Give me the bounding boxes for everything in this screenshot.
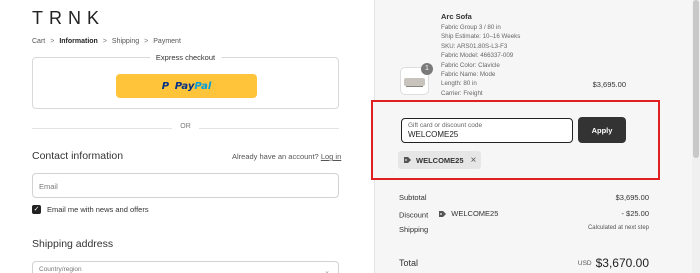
subtotal-row: Subtotal $3,695.00 <box>399 193 649 202</box>
product-detail: Fabric Group 3 / 80 in <box>441 24 501 31</box>
country-placeholder: Country/region <box>39 266 82 273</box>
discount-value: - $25.00 <box>621 209 649 218</box>
product-detail: Fabric Color: Clavicle <box>441 61 500 69</box>
product-detail: Carrier: Freight <box>441 89 483 97</box>
discount-summary-code: WELCOME25 <box>451 209 499 218</box>
total-label: Total <box>399 258 419 268</box>
subtotal-value: $3,695.00 <box>615 193 649 202</box>
product-thumbnail: 1 <box>400 63 433 95</box>
product-detail: SKU: ARS01.80S-L3-F3 <box>441 42 508 50</box>
contact-information-heading: Contact information <box>32 150 124 162</box>
email-field[interactable]: Email <box>32 173 339 198</box>
tag-icon <box>403 156 412 164</box>
shipping-label: Shipping <box>399 225 429 234</box>
newsletter-label: Email me with news and offers <box>47 205 149 214</box>
applied-discount-chip: WELCOME25 × <box>398 151 482 169</box>
paypal-word-pal: Pal <box>194 80 212 92</box>
express-checkout-box: Express checkout P PayPal <box>32 53 339 109</box>
discount-code-input[interactable]: Gift card or discount code WELCOME25 <box>401 118 573 143</box>
total-currency: USD <box>577 260 592 267</box>
discount-code-tag: WELCOME25 <box>438 209 498 218</box>
quantity-badge: 1 <box>421 63 433 75</box>
newsletter-option[interactable]: ✓ Email me with news and offers <box>32 205 149 214</box>
shipping-address-heading: Shipping address <box>32 238 114 250</box>
remove-discount-icon[interactable]: × <box>471 155 477 166</box>
discount-label: Discount <box>399 210 429 220</box>
login-prompt: Already have an account? Log in <box>232 152 341 161</box>
shipping-value: Calculated at next step <box>587 225 649 231</box>
chevron-right-icon: > <box>102 38 107 45</box>
product-detail: Fabric Name: Mode <box>441 71 496 79</box>
scrollbar-thumb[interactable] <box>693 0 699 158</box>
country-select[interactable]: Country/region ⌄ <box>32 261 339 273</box>
chevron-down-icon: ⌄ <box>324 268 330 273</box>
total-amount: USD $3,670.00 <box>578 256 649 270</box>
shipping-row: Shipping Calculated at next step <box>399 225 649 234</box>
total-value: $3,670.00 <box>595 256 649 270</box>
discount-code-value: WELCOME25 <box>408 130 459 139</box>
breadcrumb-information: Information <box>59 38 98 45</box>
or-divider: OR <box>32 123 339 133</box>
express-checkout-label: Express checkout <box>149 53 222 62</box>
breadcrumb-shipping: Shipping <box>111 38 140 45</box>
newsletter-checkbox[interactable]: ✓ <box>32 205 41 214</box>
paypal-icon: P <box>161 80 170 92</box>
discount-code-label: Gift card or discount code <box>408 122 483 129</box>
order-summary-panel: 1 Arc Sofa Fabric Group 3 / 80 in Ship E… <box>371 0 700 273</box>
total-row: Total USD $3,670.00 <box>399 256 649 270</box>
tag-icon <box>438 210 447 218</box>
login-link[interactable]: Log in <box>321 152 341 161</box>
breadcrumb-cart[interactable]: Cart <box>32 38 45 45</box>
divider-line <box>199 128 339 129</box>
login-prompt-text: Already have an account? <box>232 152 319 161</box>
or-label: OR <box>180 123 191 130</box>
product-info: Arc Sofa Fabric Group 3 / 80 in Ship Est… <box>441 12 591 100</box>
product-detail: Fabric Model: 466337-009 <box>441 52 514 60</box>
discount-section-highlight: Gift card or discount code WELCOME25 App… <box>371 100 660 180</box>
product-detail: Length: 80 in <box>441 80 477 88</box>
paypal-word-pay: Pay <box>174 80 195 92</box>
subtotal-label: Subtotal <box>399 193 427 202</box>
product-name: Arc Sofa <box>441 12 472 21</box>
divider-line <box>32 128 172 129</box>
sofa-image <box>404 78 425 87</box>
store-logo[interactable]: TRNK <box>32 8 105 29</box>
checkout-main-panel: TRNK Cart > Information > Shipping > Pay… <box>0 0 374 273</box>
paypal-button[interactable]: P PayPal <box>116 74 257 98</box>
chevron-right-icon: > <box>144 38 149 45</box>
scrollbar[interactable] <box>692 0 700 273</box>
breadcrumb-payment: Payment <box>153 38 181 45</box>
product-detail: Ship Estimate: 10–16 Weeks <box>441 33 521 41</box>
chevron-right-icon: > <box>50 38 55 45</box>
product-price: $3,695.00 <box>592 80 626 89</box>
apply-button[interactable]: Apply <box>578 117 626 143</box>
applied-discount-code: WELCOME25 <box>416 155 464 165</box>
discount-row: Discount WELCOME25 - $25.00 <box>399 209 649 220</box>
breadcrumb: Cart > Information > Shipping > Payment <box>32 38 181 45</box>
